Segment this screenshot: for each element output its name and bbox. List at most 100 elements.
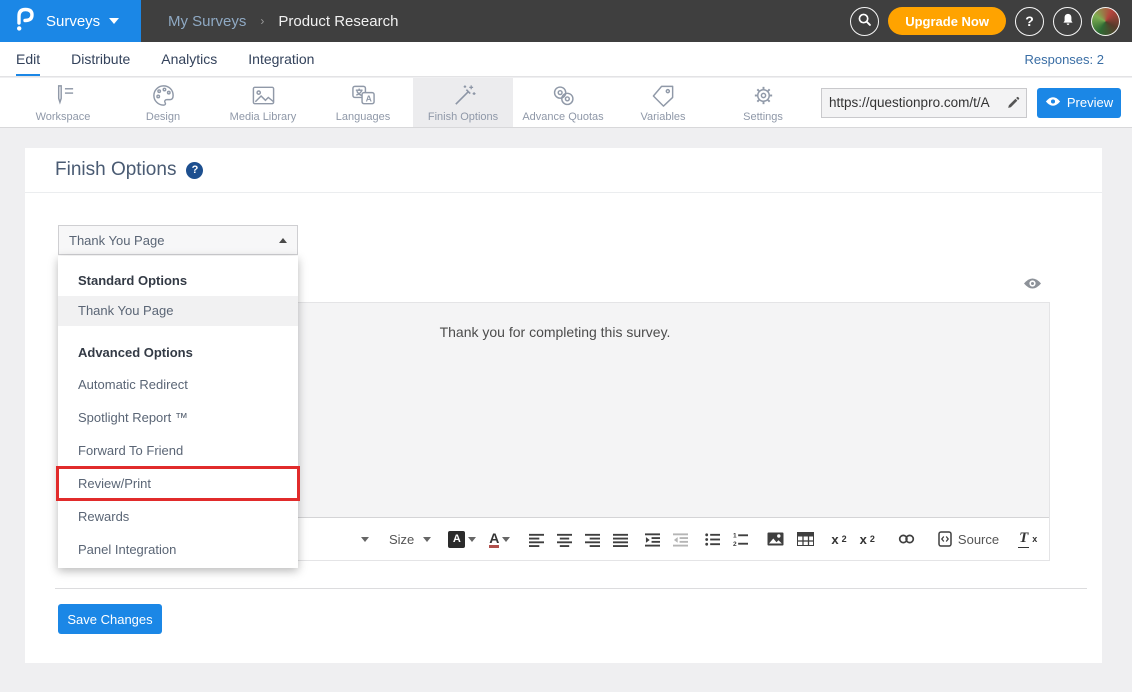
content-preview-eye-icon[interactable]	[1023, 277, 1042, 295]
media-library-icon	[250, 83, 277, 108]
dropdown-item-automatic-redirect[interactable]: Automatic Redirect	[58, 368, 298, 401]
numbered-list-button[interactable]: 12	[733, 532, 748, 547]
subscript-button[interactable]: x2	[831, 532, 846, 547]
background-color-icon: A	[448, 531, 465, 548]
tab-distribute[interactable]: Distribute	[71, 43, 130, 76]
dropdown-item-rewards[interactable]: Rewards	[58, 500, 298, 533]
toolbar-item-label: Media Library	[230, 111, 297, 123]
toolbar-item-languages[interactable]: A Languages	[313, 78, 413, 127]
text-color-button[interactable]: A	[489, 531, 510, 548]
dropdown-group-advanced-options: Advanced Options	[58, 338, 298, 368]
header-actions: Upgrade Now ?	[850, 7, 1132, 36]
tab-integration[interactable]: Integration	[248, 43, 314, 76]
font-combo-caret[interactable]	[361, 537, 369, 542]
breadcrumb-separator: ›	[260, 14, 264, 28]
eye-icon	[1045, 95, 1061, 110]
survey-url-input[interactable]	[822, 95, 1000, 110]
size-combo[interactable]: Size	[389, 532, 431, 547]
dropdown-item-spotlight-report[interactable]: Spotlight Report ™	[58, 401, 298, 434]
upgrade-now-button[interactable]: Upgrade Now	[888, 7, 1006, 35]
numbered-list-icon: 12	[733, 532, 748, 547]
chevron-down-icon	[109, 18, 119, 24]
responses-count[interactable]: Responses: 2	[1025, 52, 1105, 67]
toolbar-item-finish-options[interactable]: Finish Options	[413, 78, 513, 127]
section-divider	[55, 588, 1087, 589]
finish-options-panel: Finish Options ? Thank you for completin…	[25, 148, 1102, 663]
bell-icon	[1061, 12, 1075, 30]
brand-menu[interactable]: Surveys	[0, 0, 141, 42]
justify-button[interactable]	[613, 532, 628, 547]
dropdown-item-thank-you-page[interactable]: Thank You Page	[58, 296, 298, 326]
toolbar-item-label: Languages	[336, 111, 390, 123]
tab-analytics[interactable]: Analytics	[161, 43, 217, 76]
insert-link-button[interactable]	[898, 532, 915, 546]
save-changes-button[interactable]: Save Changes	[58, 604, 162, 634]
notifications-button[interactable]	[1053, 7, 1082, 36]
indent-increase-button[interactable]	[645, 532, 660, 547]
remove-format-button[interactable]: Tx	[1018, 530, 1037, 548]
toolbar-item-design[interactable]: Design	[113, 78, 213, 127]
justify-icon	[613, 532, 628, 547]
tab-edit[interactable]: Edit	[16, 43, 40, 76]
toolbar-right-group: Preview	[821, 78, 1132, 127]
breadcrumb-my-surveys[interactable]: My Surveys	[168, 13, 246, 30]
insert-image-button[interactable]	[767, 532, 784, 546]
chevron-up-icon	[279, 238, 287, 243]
breadcrumb-current-survey: Product Research	[278, 13, 398, 30]
toolbar-item-settings[interactable]: Settings	[713, 78, 813, 127]
help-button[interactable]: ?	[1015, 7, 1044, 36]
finish-option-select[interactable]: Thank You Page	[58, 225, 298, 255]
remove-format-icon: T	[1018, 530, 1029, 548]
settings-icon	[750, 83, 777, 108]
search-icon	[857, 12, 872, 30]
insert-table-button[interactable]	[797, 532, 814, 546]
align-left-button[interactable]	[529, 532, 544, 547]
toolbar-item-media-library[interactable]: Media Library	[213, 78, 313, 127]
chevron-down-icon	[423, 537, 431, 542]
breadcrumb: My Surveys › Product Research	[168, 13, 398, 30]
toolbar-item-workspace[interactable]: Workspace	[13, 78, 113, 127]
survey-nav: Edit Distribute Analytics Integration Re…	[0, 42, 1132, 77]
toolbar-item-label: Settings	[743, 111, 783, 123]
preview-button-label: Preview	[1067, 95, 1113, 110]
bulleted-list-icon	[705, 532, 720, 547]
help-tooltip-icon[interactable]: ?	[186, 162, 203, 179]
dropdown-group-gap	[58, 326, 298, 338]
align-left-icon	[529, 532, 544, 547]
align-center-button[interactable]	[557, 532, 572, 547]
toolbar-item-advance-quotas[interactable]: Advance Quotas	[513, 78, 613, 127]
insert-image-icon	[767, 532, 784, 546]
user-avatar[interactable]	[1091, 7, 1120, 36]
source-icon	[938, 531, 952, 547]
align-right-button[interactable]	[585, 532, 600, 547]
design-icon	[150, 83, 177, 108]
preview-button[interactable]: Preview	[1037, 88, 1121, 118]
toolbar-item-label: Advance Quotas	[522, 111, 603, 123]
indent-increase-icon	[645, 532, 660, 547]
search-button[interactable]	[850, 7, 879, 36]
nav-tabs: Edit Distribute Analytics Integration	[16, 43, 314, 76]
dropdown-item-panel-integration[interactable]: Panel Integration	[58, 533, 298, 566]
workspace-icon	[50, 83, 77, 108]
bulleted-list-button[interactable]	[705, 532, 720, 547]
questionpro-logo-icon	[13, 6, 37, 37]
source-button[interactable]: Source	[938, 531, 999, 547]
finish-option-select-value: Thank You Page	[69, 233, 164, 248]
finish-options-icon	[450, 83, 477, 108]
superscript-button[interactable]: x2	[860, 532, 875, 547]
indent-decrease-button[interactable]	[673, 532, 688, 547]
dropdown-item-forward-to-friend[interactable]: Forward To Friend	[58, 434, 298, 467]
survey-url-field[interactable]	[821, 88, 1027, 118]
toolbar-item-label: Finish Options	[428, 111, 498, 123]
edit-toolbar: Workspace Design Media Library	[0, 78, 1132, 128]
dropdown-group-standard-options: Standard Options	[58, 266, 298, 296]
background-color-button[interactable]: A	[448, 531, 476, 548]
toolbar-item-variables[interactable]: Variables	[613, 78, 713, 127]
pencil-icon	[1006, 96, 1020, 110]
svg-text:1: 1	[733, 532, 737, 539]
edit-url-button[interactable]	[1000, 96, 1026, 110]
dropdown-item-review-print[interactable]: Review/Print	[58, 467, 298, 500]
question-mark-icon: ?	[1025, 13, 1034, 29]
page-title: Finish Options	[55, 159, 176, 181]
text-color-icon: A	[489, 531, 499, 548]
